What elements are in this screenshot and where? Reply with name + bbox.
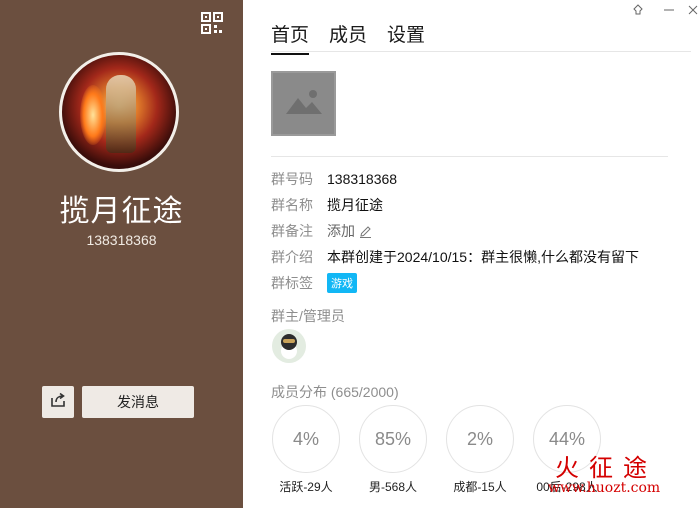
admin-avatar[interactable] (272, 329, 306, 363)
pin-icon[interactable] (630, 2, 646, 18)
edit-icon[interactable] (359, 225, 372, 238)
group-name-title: 揽月征途 (59, 195, 184, 228)
stat-male-circle: 85% (359, 405, 427, 473)
stat-male-label: 男-568人 (368, 480, 418, 494)
qr-code-icon[interactable] (200, 11, 224, 35)
tags-key: 群标签 (271, 275, 313, 291)
info-row-tags: 群标签 游戏 (271, 273, 357, 293)
stat-active-circle: 4% (272, 405, 340, 473)
group-profile-panel: 揽月征途 138318368 发消息 (0, 0, 243, 508)
tab-settings[interactable]: 设置 (387, 20, 425, 55)
intro-value: 本群创建于2024/10/15：群主很懒,什么都没有留下 (327, 249, 639, 265)
name-key: 群名称 (271, 197, 313, 213)
info-row-intro: 群介绍 本群创建于2024/10/15：群主很懒,什么都没有留下 (271, 247, 639, 267)
share-button[interactable] (42, 386, 74, 418)
info-row-remark: 群备注 添加 (271, 221, 372, 241)
stat-active-label: 活跃-29人 (279, 480, 333, 494)
send-message-button[interactable]: 发消息 (82, 386, 194, 418)
share-icon (50, 392, 66, 413)
group-cover-image[interactable] (271, 71, 336, 136)
name-value: 揽月征途 (327, 197, 383, 213)
number-value: 138318368 (327, 171, 398, 187)
remark-add-link[interactable]: 添加 (327, 221, 355, 241)
watermark-url: www.huozt.com (548, 480, 661, 496)
avatar-figure (106, 75, 136, 153)
info-row-name: 群名称 揽月征途 (271, 195, 383, 215)
minimize-icon[interactable] (661, 2, 677, 18)
stat-city-circle: 2% (446, 405, 514, 473)
info-row-number: 群号码 138318368 (271, 169, 397, 189)
number-key: 群号码 (271, 171, 313, 187)
avatar-flame (80, 85, 106, 145)
members-distribution-label: 成员分布 (665/2000) (271, 384, 399, 400)
section-divider (271, 156, 668, 157)
watermark-text: 火征途 (555, 454, 657, 482)
tab-divider (271, 51, 691, 52)
tab-members[interactable]: 成员 (329, 20, 367, 55)
intro-key: 群介绍 (271, 249, 313, 265)
admins-label: 群主/管理员 (271, 308, 345, 324)
image-placeholder-icon (284, 86, 324, 121)
tab-bar: 首页 成员 设置 (271, 20, 445, 55)
close-icon[interactable] (686, 2, 700, 18)
tag-badge[interactable]: 游戏 (327, 273, 357, 293)
group-avatar[interactable] (59, 52, 179, 172)
group-id-text: 138318368 (86, 232, 157, 248)
remark-key: 群备注 (271, 223, 313, 239)
tab-home[interactable]: 首页 (271, 20, 310, 55)
stat-city-label: 成都-15人 (453, 480, 507, 494)
